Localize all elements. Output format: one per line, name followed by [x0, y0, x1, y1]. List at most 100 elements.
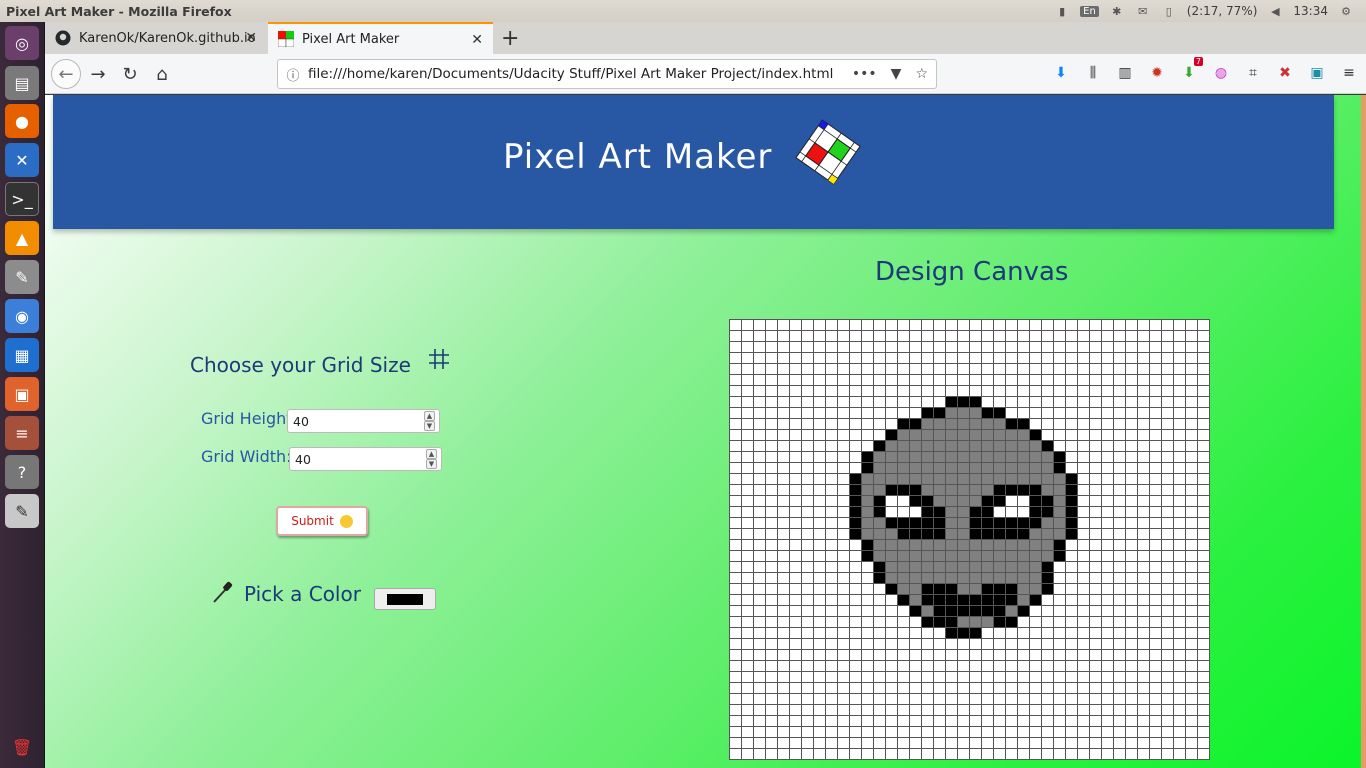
- canvas-cell[interactable]: [789, 550, 802, 562]
- step-down-icon[interactable]: ▼: [424, 421, 435, 431]
- canvas-cell[interactable]: [873, 462, 886, 474]
- canvas-cell[interactable]: [1125, 671, 1138, 683]
- canvas-cell[interactable]: [933, 660, 946, 672]
- canvas-cell[interactable]: [1077, 418, 1090, 430]
- canvas-cell[interactable]: [873, 330, 886, 342]
- canvas-cell[interactable]: [1029, 418, 1042, 430]
- canvas-cell[interactable]: [1065, 473, 1078, 485]
- canvas-cell[interactable]: [729, 594, 742, 606]
- canvas-cell[interactable]: [777, 539, 790, 551]
- canvas-cell[interactable]: [1101, 660, 1114, 672]
- canvas-cell[interactable]: [957, 704, 970, 716]
- canvas-cell[interactable]: [957, 396, 970, 408]
- canvas-cell[interactable]: [981, 693, 994, 705]
- canvas-cell[interactable]: [1185, 704, 1198, 716]
- canvas-cell[interactable]: [765, 440, 778, 452]
- canvas-cell[interactable]: [981, 462, 994, 474]
- canvas-cell[interactable]: [945, 385, 958, 397]
- canvas-cell[interactable]: [957, 748, 970, 760]
- canvas-cell[interactable]: [933, 594, 946, 606]
- canvas-cell[interactable]: [1137, 495, 1150, 507]
- canvas-cell[interactable]: [741, 407, 754, 419]
- bookmark-star-icon[interactable]: ☆: [915, 66, 928, 82]
- canvas-cell[interactable]: [921, 506, 934, 518]
- canvas-cell[interactable]: [1029, 605, 1042, 617]
- canvas-cell[interactable]: [1101, 594, 1114, 606]
- canvas-cell[interactable]: [1029, 627, 1042, 639]
- canvas-cell[interactable]: [1041, 517, 1054, 529]
- canvas-cell[interactable]: [825, 495, 838, 507]
- canvas-cell[interactable]: [1077, 605, 1090, 617]
- canvas-cell[interactable]: [1137, 462, 1150, 474]
- canvas-cell[interactable]: [969, 440, 982, 452]
- canvas-cell[interactable]: [1173, 528, 1186, 540]
- canvas-cell[interactable]: [1089, 484, 1102, 496]
- canvas-cell[interactable]: [993, 550, 1006, 562]
- dash-home-icon[interactable]: ◎: [5, 26, 39, 60]
- canvas-cell[interactable]: [849, 517, 862, 529]
- canvas-cell[interactable]: [1149, 594, 1162, 606]
- canvas-cell[interactable]: [729, 484, 742, 496]
- canvas-cell[interactable]: [1125, 341, 1138, 353]
- canvas-cell[interactable]: [1125, 539, 1138, 551]
- canvas-cell[interactable]: [1161, 429, 1174, 441]
- canvas-cell[interactable]: [945, 407, 958, 419]
- canvas-cell[interactable]: [1149, 660, 1162, 672]
- canvas-cell[interactable]: [813, 660, 826, 672]
- canvas-cell[interactable]: [909, 385, 922, 397]
- canvas-cell[interactable]: [861, 704, 874, 716]
- canvas-cell[interactable]: [945, 374, 958, 386]
- canvas-cell[interactable]: [1161, 660, 1174, 672]
- canvas-cell[interactable]: [801, 594, 814, 606]
- canvas-cell[interactable]: [981, 539, 994, 551]
- canvas-cell[interactable]: [885, 341, 898, 353]
- canvas-cell[interactable]: [765, 407, 778, 419]
- canvas-cell[interactable]: [1053, 561, 1066, 573]
- canvas-cell[interactable]: [897, 605, 910, 617]
- canvas-cell[interactable]: [993, 319, 1006, 331]
- canvas-cell[interactable]: [753, 693, 766, 705]
- canvas-cell[interactable]: [789, 748, 802, 760]
- canvas-cell[interactable]: [909, 550, 922, 562]
- canvas-cell[interactable]: [837, 407, 850, 419]
- canvas-cell[interactable]: [1041, 627, 1054, 639]
- canvas-cell[interactable]: [789, 352, 802, 364]
- canvas-cell[interactable]: [981, 484, 994, 496]
- canvas-cell[interactable]: [933, 352, 946, 364]
- canvas-cell[interactable]: [753, 583, 766, 595]
- canvas-cell[interactable]: [801, 495, 814, 507]
- canvas-cell[interactable]: [1029, 528, 1042, 540]
- canvas-cell[interactable]: [1017, 330, 1030, 342]
- canvas-cell[interactable]: [993, 539, 1006, 551]
- canvas-cell[interactable]: [789, 726, 802, 738]
- canvas-cell[interactable]: [873, 407, 886, 419]
- canvas-cell[interactable]: [981, 495, 994, 507]
- canvas-cell[interactable]: [1101, 506, 1114, 518]
- canvas-cell[interactable]: [1053, 638, 1066, 650]
- canvas-cell[interactable]: [1137, 418, 1150, 430]
- canvas-cell[interactable]: [921, 649, 934, 661]
- canvas-cell[interactable]: [909, 616, 922, 628]
- canvas-cell[interactable]: [1161, 418, 1174, 430]
- canvas-cell[interactable]: [789, 319, 802, 331]
- canvas-cell[interactable]: [921, 605, 934, 617]
- canvas-cell[interactable]: [813, 407, 826, 419]
- canvas-cell[interactable]: [921, 374, 934, 386]
- canvas-cell[interactable]: [837, 693, 850, 705]
- canvas-cell[interactable]: [765, 528, 778, 540]
- canvas-cell[interactable]: [1017, 627, 1030, 639]
- canvas-cell[interactable]: [945, 550, 958, 562]
- canvas-cell[interactable]: [741, 528, 754, 540]
- canvas-cell[interactable]: [1005, 649, 1018, 661]
- canvas-cell[interactable]: [813, 429, 826, 441]
- canvas-cell[interactable]: [1017, 660, 1030, 672]
- canvas-cell[interactable]: [1125, 748, 1138, 760]
- power-gear-icon[interactable]: ⚙: [1338, 4, 1354, 18]
- canvas-cell[interactable]: [1077, 495, 1090, 507]
- canvas-cell[interactable]: [1077, 330, 1090, 342]
- canvas-cell[interactable]: [885, 561, 898, 573]
- canvas-cell[interactable]: [801, 319, 814, 331]
- canvas-cell[interactable]: [957, 495, 970, 507]
- canvas-cell[interactable]: [945, 572, 958, 584]
- canvas-cell[interactable]: [777, 528, 790, 540]
